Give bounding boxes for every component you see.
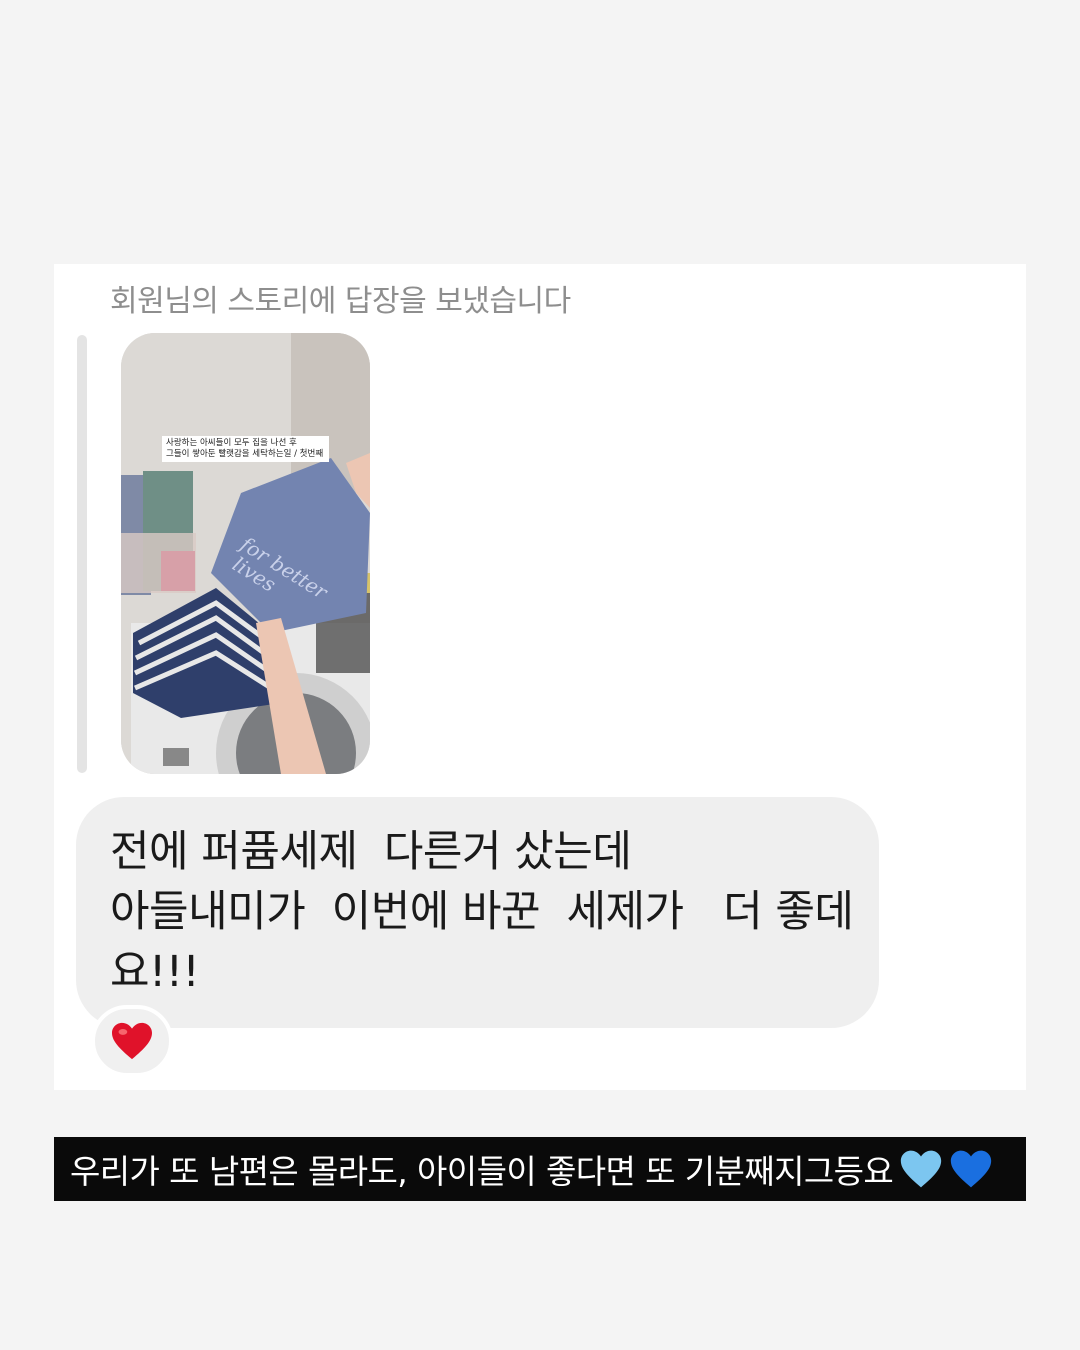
story-caption: 사랑하는 아씨들이 모두 집을 나선 후 그들이 쌓아둔 빨랫감을 세탁하는일 … — [162, 436, 329, 462]
story-thumbnail[interactable]: for better lives 사랑하는 아씨들이 모두 집을 나선 후 그들… — [121, 333, 370, 774]
caption-bar: 우리가 또 남편은 몰라도, 아이들이 좋다면 또 기분째지그등요 — [54, 1137, 1026, 1201]
caption-text: 우리가 또 남편은 몰라도, 아이들이 좋다면 또 기분째지그등요 — [70, 1152, 894, 1191]
reply-header: 회원님의 스토리에 답장을 보냈습니다 — [110, 284, 571, 319]
red-heart-icon — [112, 1022, 152, 1060]
quote-bar — [77, 335, 87, 773]
reaction-badge[interactable] — [91, 1005, 173, 1077]
story-image: for better lives — [121, 333, 370, 774]
blue-heart-icon — [950, 1150, 992, 1188]
light-blue-heart-icon — [900, 1150, 942, 1188]
message-text: 전에 퍼퓸세제 다른거 샀는데 아들내미가 이번에 바꾼 세제가 더 좋데 요!… — [110, 827, 854, 997]
